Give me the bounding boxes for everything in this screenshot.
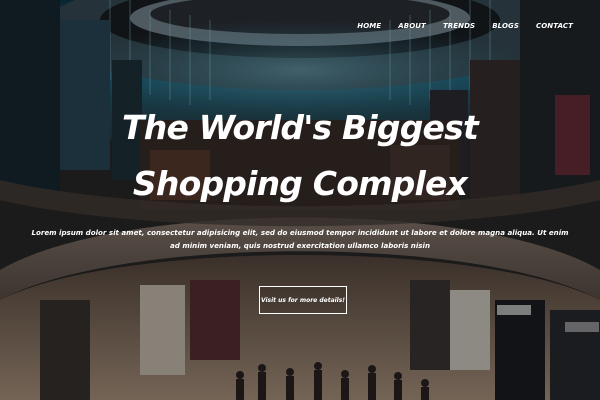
hero-description: Lorem ipsum dolor sit amet, consectetur … [31, 228, 569, 250]
main-navigation: HOME ABOUT TRENDS BLOGS CONTACT [340, 22, 573, 30]
hero-section: HOME ABOUT TRENDS BLOGS CONTACT The Worl… [0, 0, 600, 400]
nav-about-link[interactable]: ABOUT [398, 22, 426, 30]
nav-home-link[interactable]: HOME [357, 22, 381, 30]
nav-trends-link[interactable]: TRENDS [443, 22, 475, 30]
nav-contact-link[interactable]: CONTACT [536, 22, 573, 30]
hero-title: The World's Biggest Shopping Complex [122, 108, 479, 203]
hero-content: The World's Biggest Shopping Complex Lor… [0, 100, 600, 252]
visit-details-button[interactable]: Visit us for more details! [259, 286, 347, 314]
nav-blogs-link[interactable]: BLOGS [492, 22, 519, 30]
